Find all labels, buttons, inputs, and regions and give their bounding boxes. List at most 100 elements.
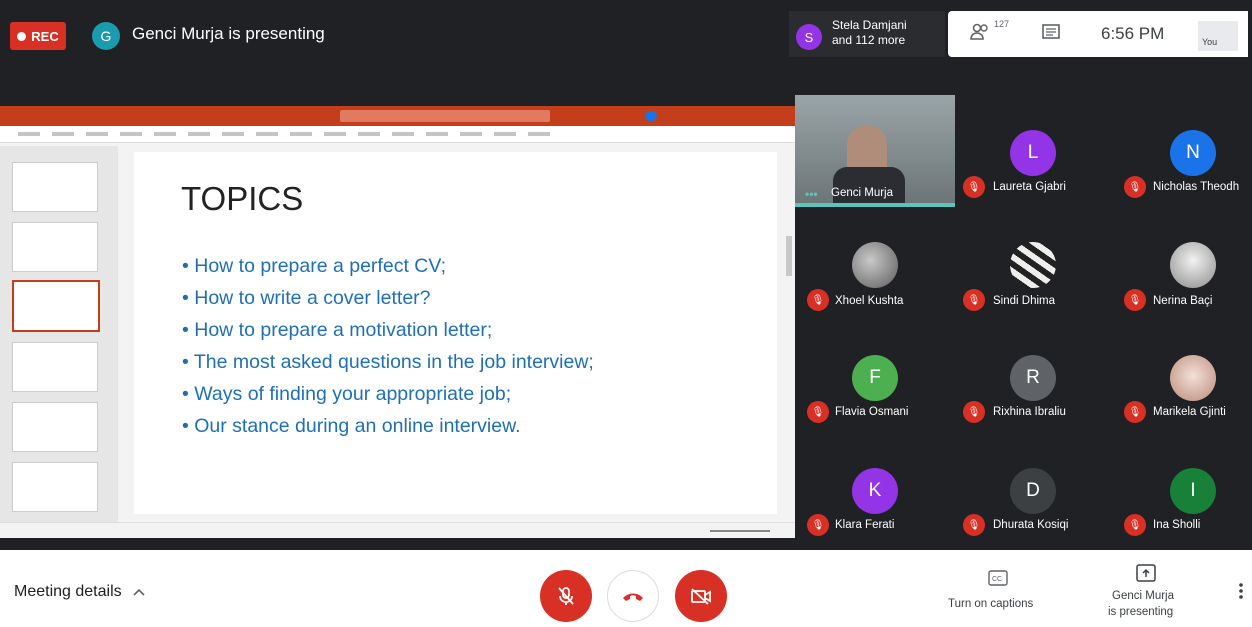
present-screen-icon [1136, 564, 1156, 582]
mic-off-icon: 🎙 [807, 401, 829, 423]
bullet-item: • How to write a cover letter? [182, 287, 431, 309]
avatar: D [1010, 468, 1056, 514]
tile-name: Rixhina Ibraliu [993, 406, 1066, 418]
camera-toggle-button[interactable] [675, 570, 727, 622]
slide-scrollbar[interactable] [786, 236, 792, 276]
mic-off-icon: 🎙 [1124, 401, 1146, 423]
avatar-photo [852, 242, 898, 288]
slide-bullets: • How to prepare a perfect CV; • How to … [182, 250, 594, 442]
tile-name: Nerina Baçi [1153, 295, 1213, 307]
speaking-indicator [795, 203, 955, 207]
mic-off-icon [558, 587, 574, 605]
avatar: F [852, 355, 898, 401]
mic-off-icon: 🎙 [1124, 176, 1146, 198]
bullet-item: • The most asked questions in the job in… [182, 351, 594, 373]
self-view[interactable]: You [1198, 21, 1238, 51]
speaking-dots-icon: ••• [805, 187, 818, 201]
presentation-button[interactable]: Genci Murja is presenting [1090, 564, 1200, 624]
captions-icon: CC [988, 570, 1008, 586]
speaker-initial: S [804, 29, 814, 45]
meeting-stage: REC G Genci Murja is presenting S Stela … [0, 0, 1252, 550]
thumbnail-5[interactable] [12, 402, 98, 452]
bullet-item: • Ways of finding your appropriate job; [182, 383, 512, 405]
mic-off-icon: 🎙 [807, 289, 829, 311]
presenter-initial: G [100, 28, 112, 44]
tile-name: Flavia Osmani [835, 406, 909, 418]
tile-name: Laureta Gjabri [993, 181, 1066, 193]
bullet-item: • Our stance during an online interview. [182, 415, 521, 437]
avatar-initial: F [869, 367, 881, 388]
ribbon-tabs [18, 132, 558, 136]
avatar: L [1010, 130, 1056, 176]
leave-call-button[interactable] [607, 570, 659, 622]
svg-text:CC: CC [992, 576, 1002, 583]
mic-off-icon: 🎙 [963, 289, 985, 311]
presenter-avatar: G [92, 22, 120, 50]
thumbnail-4[interactable] [12, 342, 98, 392]
avatar-initial: K [868, 480, 882, 501]
avatar: N [1170, 130, 1216, 176]
ppt-statusbar [0, 522, 795, 538]
mic-toggle-button[interactable] [540, 570, 592, 622]
tile-name: Ina Sholli [1153, 519, 1201, 531]
avatar-photo [1170, 242, 1216, 288]
tile-name: Klara Ferati [835, 519, 895, 531]
captions-label: Turn on captions [948, 598, 1034, 610]
avatar-initial: R [1026, 367, 1040, 388]
bullet-item: • How to prepare a perfect CV; [182, 255, 447, 277]
captions-button[interactable]: CC Turn on captions [946, 570, 1050, 620]
ppt-search-box [340, 110, 550, 122]
avatar: R [1010, 355, 1056, 401]
avatar-initial: I [1190, 480, 1196, 501]
chevron-up-icon [133, 588, 145, 596]
chat-icon [1042, 24, 1060, 39]
rec-label: REC [31, 28, 59, 44]
presenting-label-line1: Genci Murja [1112, 590, 1174, 602]
chat-button[interactable] [1041, 23, 1061, 48]
zoom-slider[interactable] [710, 530, 770, 532]
clock: 6:56 PM [1101, 24, 1165, 43]
mic-off-icon: 🎙 [807, 514, 829, 536]
tile-name: Nicholas Theodh [1153, 181, 1240, 193]
tile-genci-murja[interactable]: ••• Genci Murja [795, 95, 955, 207]
people-icon [970, 23, 988, 40]
speaker-name: Stela Damjani [832, 18, 907, 32]
tile-name: Dhurata Kosiqi [993, 519, 1069, 531]
avatar-initial: N [1186, 142, 1200, 163]
avatar-photo [1010, 242, 1056, 288]
more-vert-icon [1239, 583, 1243, 599]
presenting-text: Genci Murja is presenting [132, 24, 325, 43]
tile-name: Marikela Gjinti [1153, 406, 1226, 418]
participants-button[interactable]: 127 [970, 19, 1009, 47]
thumbnail-1[interactable] [12, 162, 98, 212]
bullet-item: • How to prepare a motivation letter; [182, 319, 493, 341]
meeting-details-label: Meeting details [14, 583, 122, 600]
mic-off-icon: 🎙 [1124, 289, 1146, 311]
ppt-ribbon [0, 126, 795, 143]
tile-name: Sindi Dhima [993, 295, 1055, 307]
more-options-button[interactable] [1238, 582, 1246, 602]
camera-off-icon [691, 588, 711, 605]
ppt-user-avatar [645, 111, 657, 121]
speaker-more: and 112 more [832, 33, 906, 47]
thumbnail-2[interactable] [12, 222, 98, 272]
control-bar: Meeting details CC Turn on captions Genc… [0, 550, 1252, 627]
tile-name: Xhoel Kushta [835, 295, 904, 307]
thumbnail-3[interactable] [12, 280, 100, 332]
recording-badge: REC [10, 22, 66, 50]
tile-name: Genci Murja [831, 187, 893, 199]
ppt-titlebar [0, 106, 795, 126]
meeting-details-button[interactable]: Meeting details [14, 583, 146, 601]
mic-off-icon: 🎙 [963, 514, 985, 536]
mic-off-icon: 🎙 [963, 176, 985, 198]
presenting-label-line2: is presenting [1108, 606, 1174, 618]
avatar-initial: L [1027, 142, 1039, 163]
hang-up-icon [623, 593, 643, 601]
slide-title: TOPICS [181, 180, 304, 217]
avatar-photo [1170, 355, 1216, 401]
avatar-initial: D [1026, 480, 1040, 501]
you-label: You [1202, 37, 1218, 47]
thumbnail-6[interactable] [12, 462, 98, 512]
record-dot-icon [17, 31, 27, 41]
top-right-bar: 127 6:56 PM You [948, 11, 1248, 57]
